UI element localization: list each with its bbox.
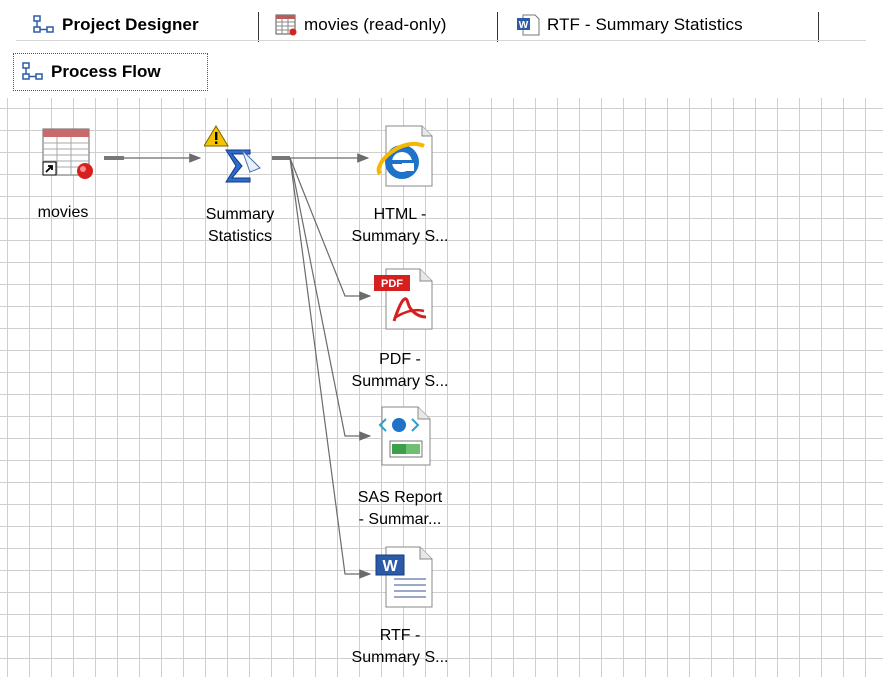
data-table-shortcut-icon (42, 128, 93, 179)
node-label-line2: Summary S... (351, 649, 449, 666)
node-label-line2: Summary S... (351, 373, 449, 390)
tab-label: Project Designer (62, 15, 199, 34)
word-document-icon: W (375, 546, 433, 608)
svg-text:W: W (382, 558, 398, 575)
tab-strip-border (16, 40, 866, 41)
node-label: movies (37, 204, 89, 221)
tab-label: RTF - Summary Statistics (547, 15, 743, 34)
pdf-adobe-icon: PDF (374, 268, 433, 330)
tab-project-designer[interactable]: Project Designer (32, 10, 199, 40)
node-sas-report-summary[interactable]: SAS Report - Summar... (350, 401, 460, 551)
data-table-icon (275, 14, 297, 36)
project-designer-icon (33, 15, 54, 33)
node-label-line2: Statistics (207, 228, 272, 245)
tab-movies-read-only[interactable]: movies (read-only) (274, 10, 447, 40)
process-flow-canvas[interactable]: movies Summary Statistics HTML - Summary… (0, 98, 883, 677)
node-label-line2: - Summar... (358, 511, 442, 528)
svg-text:W: W (519, 20, 529, 31)
node-label-line2: Summary S... (351, 228, 449, 245)
tab-divider (818, 12, 819, 42)
tab-rtf-summary-statistics[interactable]: W RTF - Summary Statistics (515, 10, 743, 40)
node-label-line1: Summary (205, 206, 275, 223)
node-rtf-summary[interactable]: W RTF - Summary S... (350, 541, 460, 677)
internet-explorer-icon (376, 125, 433, 187)
tab-divider (497, 12, 498, 42)
document-tab-strip: Project Designer movies (read-only) W RT… (0, 0, 883, 56)
node-summary-statistics[interactable]: Summary Statistics (186, 120, 296, 260)
summary-statistics-warning-icon (204, 125, 261, 183)
process-flow-icon (22, 62, 43, 80)
sas-report-icon (378, 406, 431, 466)
node-label-line1: PDF - (379, 351, 421, 368)
tab-divider (258, 12, 259, 42)
tab-process-flow[interactable]: Process Flow (13, 53, 208, 91)
node-html-summary[interactable]: HTML - Summary S... (350, 120, 460, 270)
tab-label: movies (read-only) (304, 15, 447, 34)
subtab-label: Process Flow (51, 62, 161, 81)
node-label-line1: SAS Report (357, 489, 443, 506)
node-label-line1: HTML - (373, 206, 427, 223)
word-document-icon: W (517, 14, 540, 36)
pdf-badge-text: PDF (381, 278, 403, 290)
node-pdf-summary[interactable]: PDF PDF - Summary S... (350, 263, 460, 413)
node-movies[interactable]: movies (30, 126, 120, 236)
node-label-line1: RTF - (379, 627, 421, 644)
